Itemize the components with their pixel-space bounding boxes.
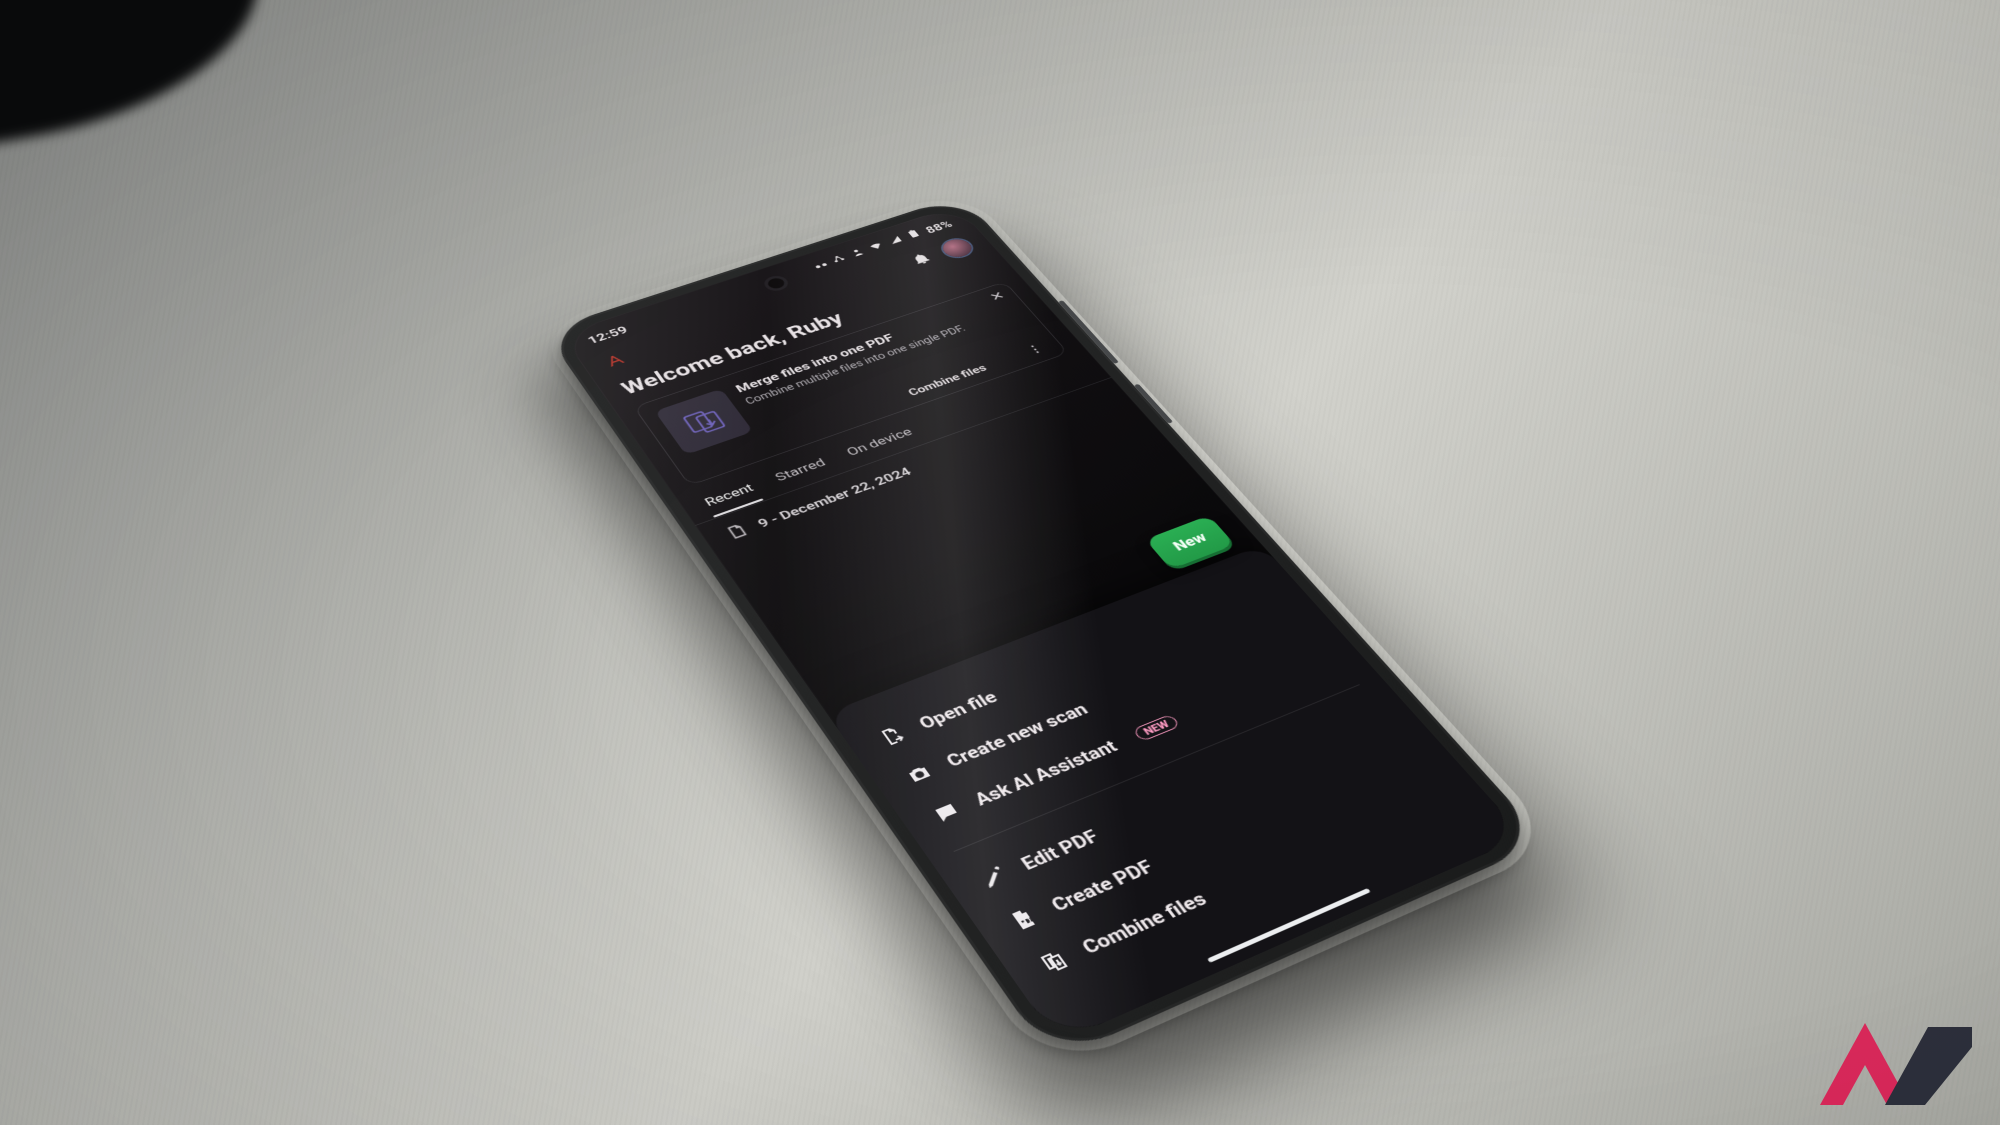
combine-illustration [655, 388, 754, 454]
wifi-icon [866, 240, 887, 254]
sheet-ask-ai[interactable]: Ask AI Assistant NEW [894, 629, 1371, 848]
sheet-item-label: Create PDF [1047, 856, 1158, 915]
avatar[interactable] [938, 236, 977, 260]
action-sheet: New Open file Create new sc [827, 544, 1525, 1042]
pdf-file-icon [722, 521, 753, 544]
sheet-item-label: Ask AI Assistant [970, 736, 1121, 809]
android-police-watermark [1810, 1005, 1980, 1115]
dots-icon [815, 262, 827, 268]
open-file-icon [873, 722, 910, 750]
photo-scene: 12:59 [0, 0, 2000, 1125]
sheet-item-label: Create new scan [942, 699, 1092, 770]
sheet-create-pdf[interactable]: Create PDF [968, 723, 1457, 957]
sheet-open-file[interactable]: Open file [840, 561, 1308, 769]
battery-icon [904, 228, 925, 242]
divider [953, 684, 1359, 852]
new-badge: NEW [1132, 713, 1181, 741]
sheet-item-label: Open file [915, 687, 1001, 732]
notifications-icon[interactable] [908, 250, 936, 268]
sheet-edit-pdf[interactable]: Edit PDF [939, 687, 1423, 915]
sheet-item-label: Combine files [1078, 887, 1211, 957]
combine-icon [1034, 945, 1075, 977]
battery-percent: 88% [923, 218, 955, 235]
kebab-icon[interactable]: ⋮ [1024, 341, 1047, 356]
object-corner [0, 0, 279, 183]
phone-screen: 12:59 [561, 205, 1525, 1043]
signal-icon [885, 234, 906, 248]
new-fab[interactable]: New [1145, 515, 1235, 569]
pdf-icon [1003, 903, 1043, 934]
ai-icon [928, 798, 966, 827]
pencil-icon [974, 862, 1013, 892]
adobe-acrobat-icon [600, 350, 631, 372]
close-icon[interactable]: ✕ [988, 290, 1008, 303]
sheet-create-scan[interactable]: Create new scan [867, 595, 1339, 808]
gesture-bar[interactable] [1207, 888, 1371, 963]
person-icon [848, 246, 869, 260]
share-icon [829, 252, 850, 266]
camera-icon [900, 759, 938, 787]
phone-body: 12:59 [544, 195, 1546, 1061]
sheet-combine-files[interactable]: Combine files [998, 761, 1491, 1001]
sheet-item-label: Edit PDF [1017, 825, 1103, 873]
